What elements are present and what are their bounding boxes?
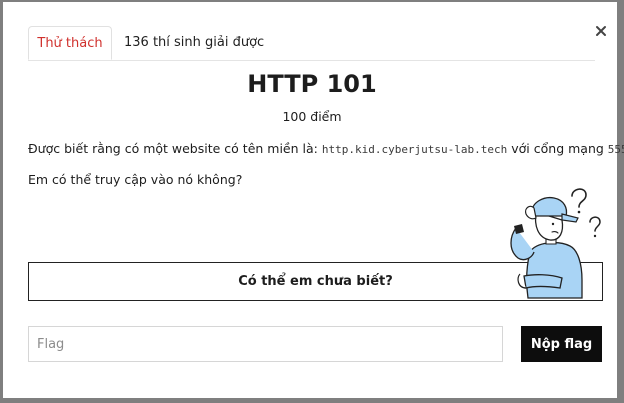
domain-code: http.kid.cyberjutsu-lab.tech	[321, 143, 508, 156]
close-icon[interactable]	[594, 24, 608, 38]
flag-input[interactable]	[28, 326, 503, 362]
tab-bar: Thử thách 136 thí sinh giải được	[28, 26, 595, 61]
submit-flag-button[interactable]: Nộp flag	[521, 326, 602, 362]
port-code: 5555	[607, 143, 624, 156]
challenge-points: 100 điểm	[282, 109, 342, 124]
thinking-person-illustration	[510, 188, 601, 299]
description-middle: với cổng mạng	[511, 141, 604, 156]
tab-solvers[interactable]: 136 thí sinh giải được	[124, 26, 264, 60]
challenge-description: Được biết rằng có một website có tên miề…	[28, 141, 624, 156]
tab-challenge[interactable]: Thử thách	[28, 26, 112, 60]
challenge-title: HTTP 101	[247, 70, 377, 98]
challenge-question: Em có thể truy cập vào nó không?	[28, 172, 243, 187]
description-text: Được biết rằng có một website có tên miề…	[28, 141, 318, 156]
